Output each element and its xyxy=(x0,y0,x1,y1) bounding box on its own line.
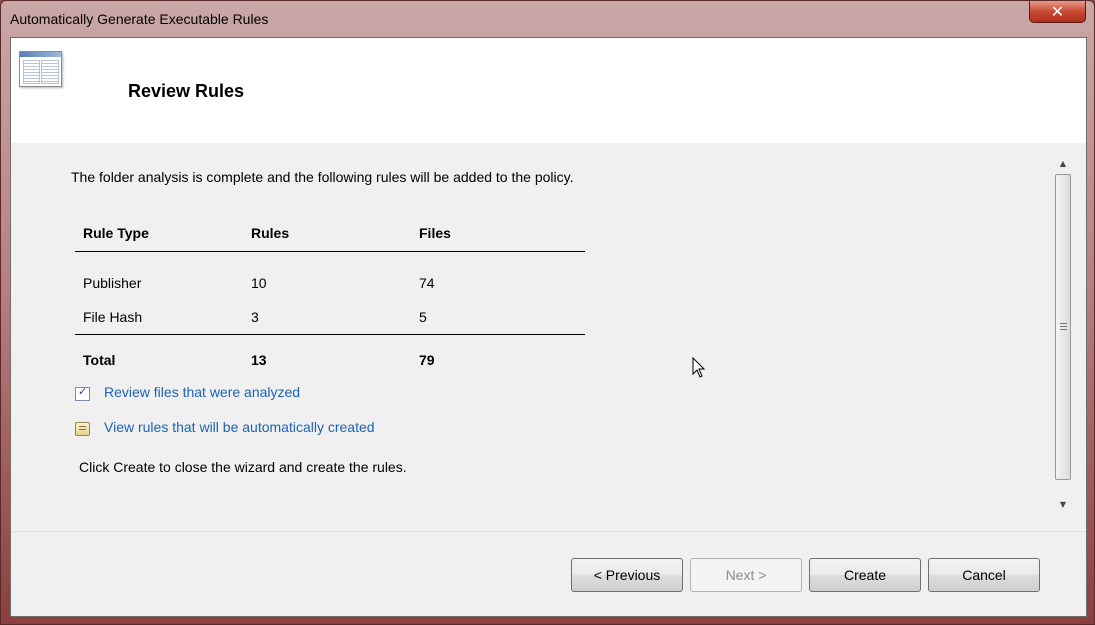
total-rules-cell: 13 xyxy=(243,334,411,385)
table-total-row: Total 13 79 xyxy=(75,334,585,385)
wizard-body: Review Rules The folder analysis is comp… xyxy=(10,37,1087,617)
column-header-files: Files xyxy=(411,215,585,252)
files-cell: 74 xyxy=(419,275,435,291)
total-files-cell: 79 xyxy=(411,334,585,385)
view-rules-link[interactable]: View rules that will be automatically cr… xyxy=(75,419,375,437)
view-rules-link-label[interactable]: View rules that will be automatically cr… xyxy=(104,419,375,435)
instruction-text: Click Create to close the wizard and cre… xyxy=(79,459,407,475)
next-button[interactable]: Next > xyxy=(690,558,802,592)
rules-summary-table: Rule Type Rules Files Publisher 10 74 Fi… xyxy=(75,215,585,385)
scrollbar-thumb[interactable] xyxy=(1055,174,1071,480)
scroll-down-arrow-icon[interactable]: ▼ xyxy=(1054,497,1072,513)
wizard-content: The folder analysis is complete and the … xyxy=(11,143,1086,531)
scroll-up-arrow-icon[interactable]: ▲ xyxy=(1054,156,1072,172)
rules-cell: 3 xyxy=(251,309,259,325)
table-row: File Hash 3 5 xyxy=(75,300,585,335)
rules-wizard-icon xyxy=(19,51,62,87)
cancel-button[interactable]: Cancel xyxy=(928,558,1040,592)
scroll-icon xyxy=(75,422,90,437)
checklist-icon xyxy=(75,385,90,402)
window-title: Automatically Generate Executable Rules xyxy=(10,11,269,27)
review-files-link-label[interactable]: Review files that were analyzed xyxy=(104,384,300,400)
rule-type-cell: File Hash xyxy=(83,309,143,325)
wizard-window: Automatically Generate Executable Rules … xyxy=(0,0,1095,625)
mouse-pointer-icon xyxy=(692,357,706,378)
table-row: Publisher 10 74 xyxy=(75,252,585,301)
review-files-link[interactable]: Review files that were analyzed xyxy=(75,384,300,402)
footer-divider xyxy=(11,531,1086,532)
page-title: Review Rules xyxy=(128,81,245,101)
table-header-row: Rule Type Rules Files xyxy=(75,215,585,252)
grip-icon xyxy=(1060,323,1067,331)
column-header-rules: Rules xyxy=(243,215,411,252)
column-header-rule-type: Rule Type xyxy=(75,215,243,252)
rules-cell: 10 xyxy=(251,275,267,291)
previous-button[interactable]: < Previous xyxy=(571,558,683,592)
wizard-header: Review Rules xyxy=(11,38,1086,143)
title-bar[interactable]: Automatically Generate Executable Rules … xyxy=(1,1,1094,37)
files-cell: 5 xyxy=(419,309,427,325)
rule-type-cell: Publisher xyxy=(83,275,142,291)
vertical-scrollbar[interactable]: ▲ ▼ xyxy=(1054,156,1072,513)
close-button[interactable]: ✕ xyxy=(1029,1,1086,23)
intro-text: The folder analysis is complete and the … xyxy=(71,169,574,185)
create-button[interactable]: Create xyxy=(809,558,921,592)
total-label-cell: Total xyxy=(75,334,243,385)
